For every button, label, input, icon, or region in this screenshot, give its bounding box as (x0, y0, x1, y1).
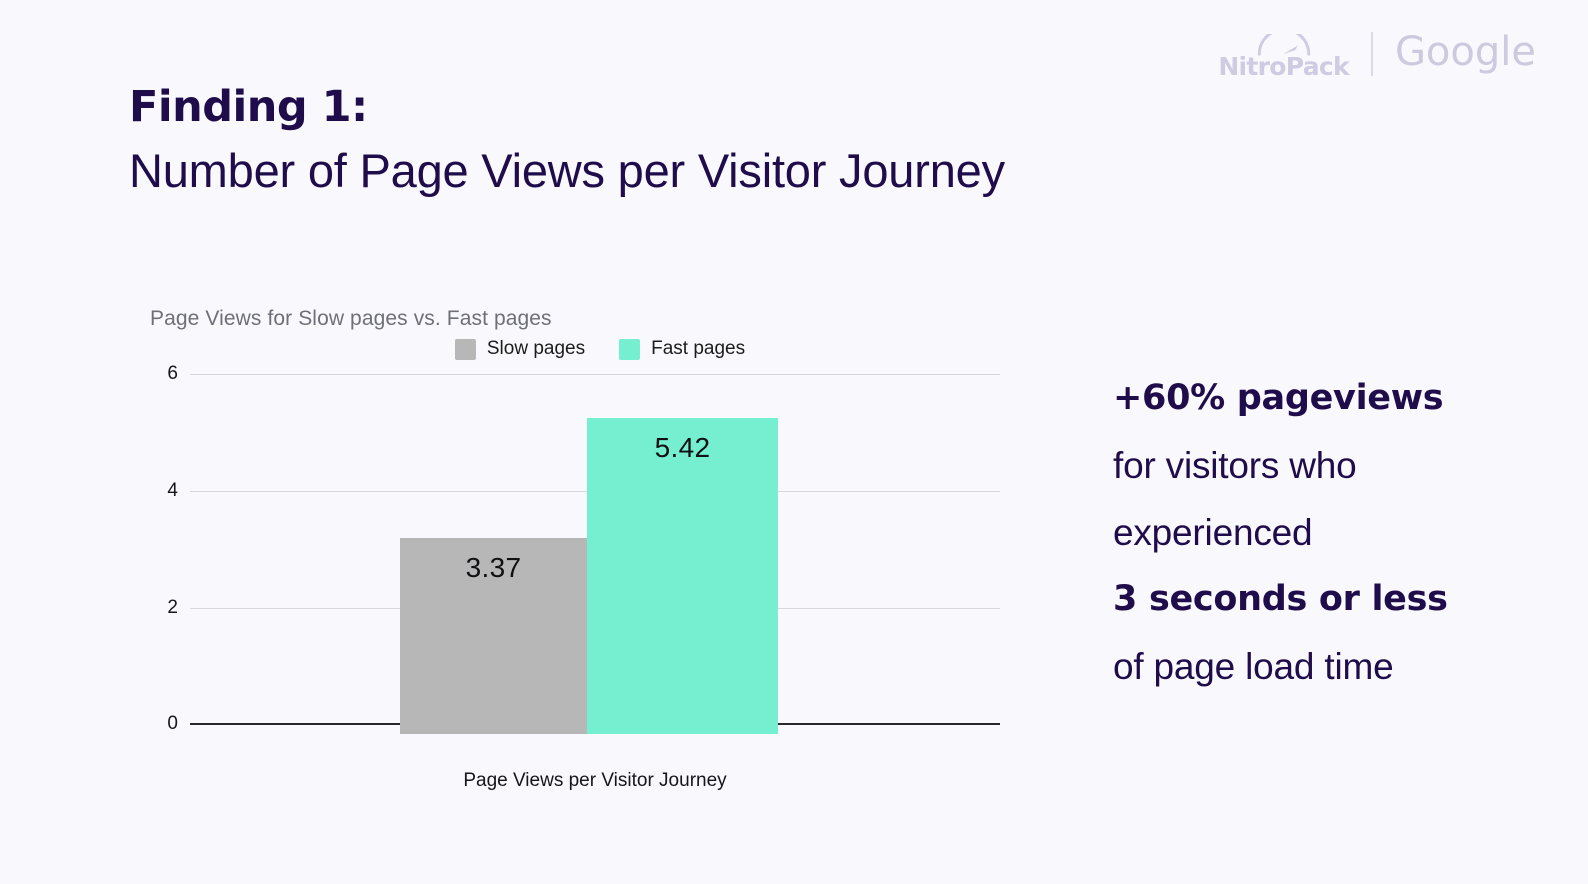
callout-panel: +60% pageviews for visitors who experien… (1113, 365, 1533, 700)
plot-area: 6 4 2 0 3.37 5.42 Page Views per Visitor… (150, 363, 1000, 791)
legend-swatch-fast-icon (619, 338, 641, 360)
google-wordmark: Google (1394, 29, 1536, 75)
bars-layer: 3.37 5.42 (190, 374, 1000, 735)
callout-line-5: of page load time (1113, 646, 1394, 687)
bar-slow-pages[interactable]: 3.37 (400, 537, 587, 735)
nitropack-wordmark: NitroPack (1218, 52, 1349, 81)
finding-label: Finding 1: (129, 82, 368, 132)
brand-divider (1370, 32, 1373, 76)
y-tick-6: 6 (167, 363, 178, 385)
brand-bar: NitroPack Google (1218, 28, 1536, 80)
bar-value-slow: 3.37 (465, 551, 522, 583)
bar-chart: Page Views for Slow pages vs. Fast pages… (150, 305, 1010, 825)
bar-fast-fill (587, 418, 778, 735)
heading-block: Finding 1: Number of Page Views per Visi… (129, 82, 1005, 196)
page-title: Number of Page Views per Visitor Journey (129, 143, 1005, 197)
y-axis: 6 4 2 0 (150, 363, 186, 735)
legend-item-fast-pages[interactable]: Fast pages (619, 338, 745, 360)
callout-line-2: for visitors who (1113, 445, 1357, 486)
chart-legend: Slow pages Fast pages (150, 338, 1010, 360)
legend-item-slow-pages[interactable]: Slow pages (454, 338, 586, 360)
callout-line-1: +60% pageviews (1113, 378, 1444, 418)
y-tick-4: 4 (167, 479, 178, 501)
chart-title: Page Views for Slow pages vs. Fast pages (150, 307, 552, 330)
bar-value-fast: 5.42 (654, 432, 711, 464)
legend-swatch-slow-icon (454, 338, 476, 360)
y-tick-0: 0 (167, 713, 178, 735)
y-tick-2: 2 (167, 596, 178, 618)
legend-label-fast: Fast pages (651, 338, 746, 360)
bar-fast-pages[interactable]: 5.42 (587, 418, 778, 735)
x-axis-label: Page Views per Visitor Journey (463, 770, 727, 792)
nitropack-logo: NitroPack (1218, 29, 1350, 81)
callout-line-4: 3 seconds or less (1113, 579, 1448, 619)
legend-label-slow: Slow pages (486, 338, 586, 360)
callout-line-3: experienced (1113, 512, 1313, 553)
